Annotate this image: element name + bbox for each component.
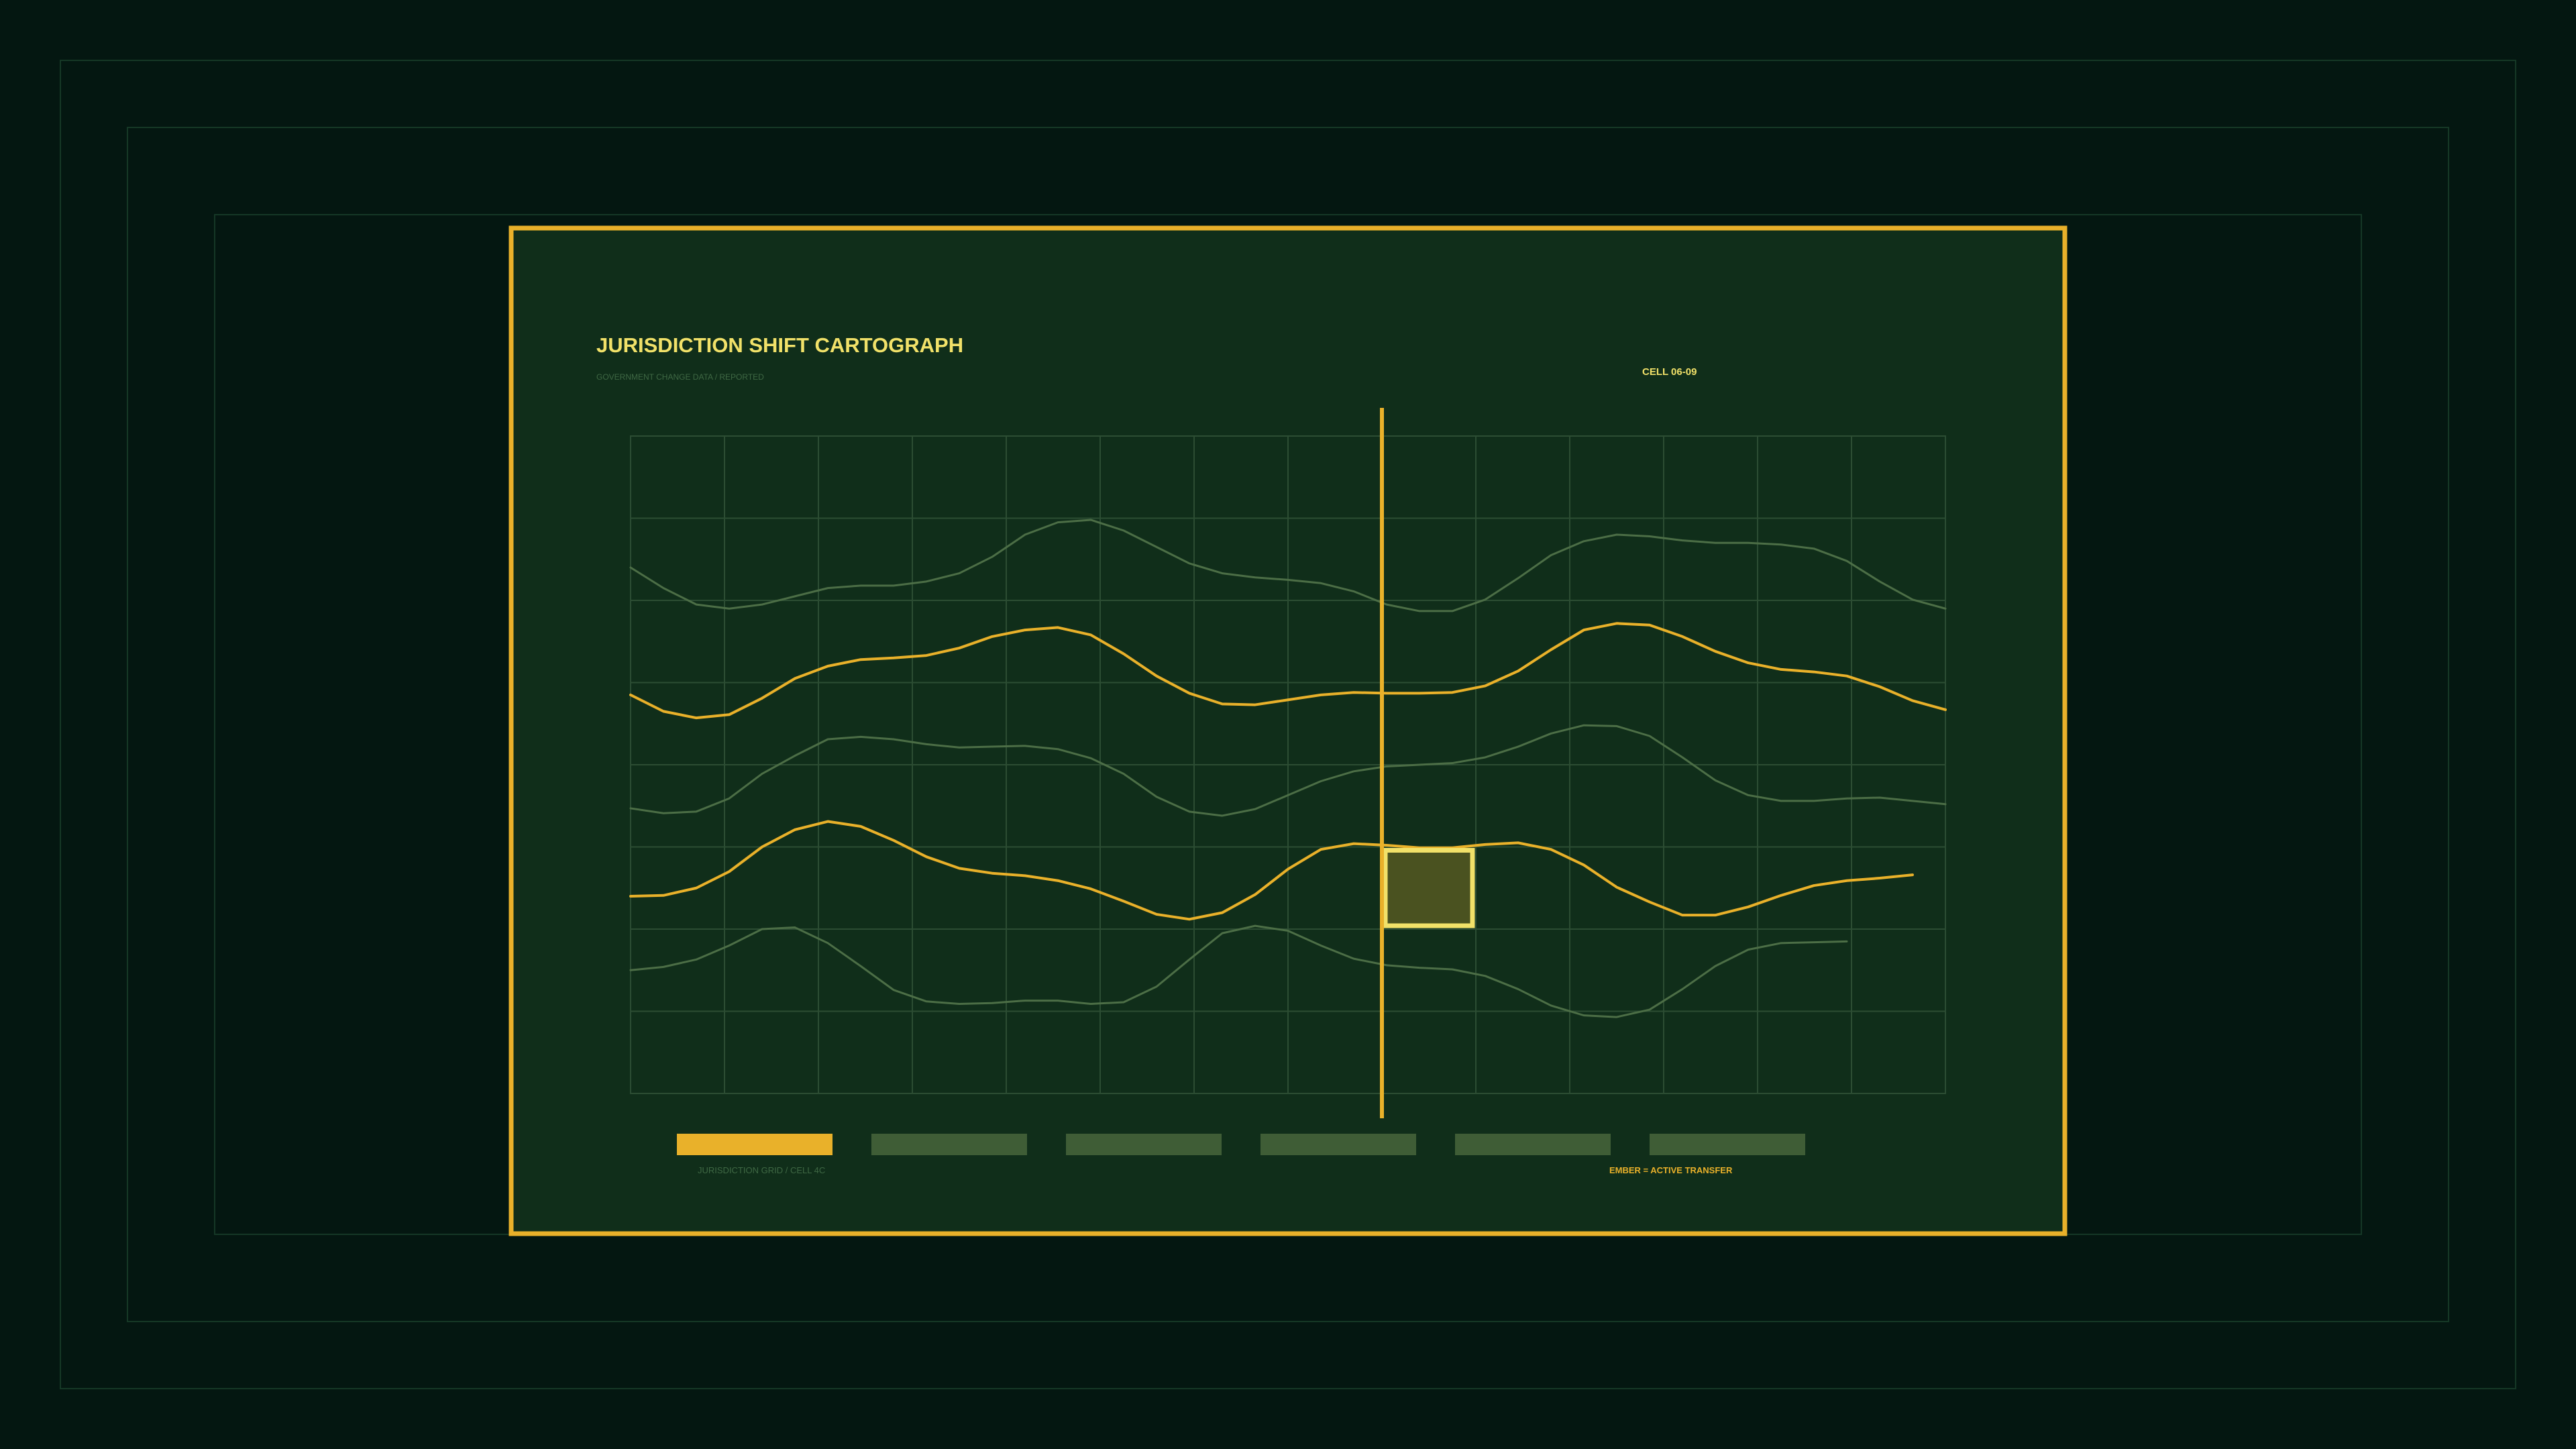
page-title: JURISDICTION SHIFT CARTOGRAPH xyxy=(596,333,963,357)
cell-id-label: CELL 06-09 xyxy=(1642,366,1697,378)
chart-panel: JURISDICTION SHIFT CARTOGRAPH GOVERNMENT… xyxy=(508,225,2068,1236)
legend-segment xyxy=(1260,1134,1416,1155)
legend-segment-active xyxy=(677,1134,833,1155)
legend-segment xyxy=(871,1134,1027,1155)
legend-segment xyxy=(1650,1134,1805,1155)
footer-left-label: JURISDICTION GRID / CELL 4C xyxy=(698,1165,825,1175)
legend-segment xyxy=(1066,1134,1222,1155)
footer-right-label: EMBER = ACTIVE TRANSFER xyxy=(1609,1165,1733,1175)
legend-segment xyxy=(1455,1134,1611,1155)
page-subtitle: GOVERNMENT CHANGE DATA / REPORTED xyxy=(596,372,764,382)
highlight-cell xyxy=(1383,848,1475,928)
